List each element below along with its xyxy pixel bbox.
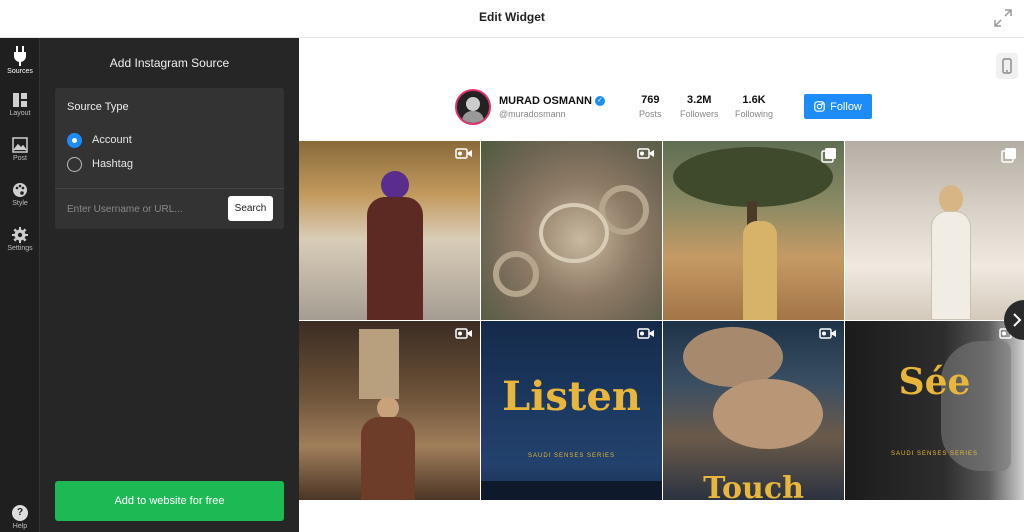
sidebar-item-settings[interactable]: Settings [0, 221, 40, 265]
image-icon [12, 137, 28, 153]
radio-hashtag[interactable]: Hashtag [67, 156, 133, 172]
add-to-website-button[interactable]: Add to website for free [55, 481, 284, 521]
stat-posts: 769 Posts [639, 94, 662, 119]
chevron-right-icon [1013, 313, 1022, 327]
page-title: Edit Widget [479, 10, 545, 24]
instagram-icon [814, 101, 825, 112]
stat-value: 769 [641, 94, 660, 106]
radio-label: Account [92, 134, 132, 146]
video-icon [455, 148, 472, 159]
stat-followers: 3.2M Followers [680, 94, 719, 119]
post-subcaption: SAUDI SENSES SERIES [527, 453, 616, 459]
verified-icon: ✓ [594, 96, 605, 106]
post-caption: Sée [898, 361, 971, 403]
radio-selected-icon[interactable] [67, 132, 82, 148]
stat-value: 3.2M [687, 94, 712, 106]
sidebar-rail: Sources Layout Post Style Settings ? Hel… [0, 38, 40, 532]
widget-preview: MURAD OSMANN ✓ @muradosmann 769 Posts 3.… [299, 38, 1024, 532]
help-button[interactable]: ? Help [0, 505, 40, 530]
post-tile[interactable]: Sée SAUDI SENSES SERIES [845, 321, 1024, 500]
layout-icon [13, 93, 27, 107]
gallery-icon [821, 148, 836, 163]
post-tile[interactable] [299, 321, 480, 500]
follow-label: Follow [830, 100, 862, 113]
panel-heading: Add Instagram Source [109, 56, 230, 70]
stat-label: Posts [639, 109, 662, 119]
profile-name[interactable]: MURAD OSMANN [499, 95, 592, 107]
gear-icon [12, 227, 28, 243]
stat-following: 1.6K Following [735, 94, 773, 119]
profile-handle[interactable]: @muradosmann [499, 109, 605, 119]
sidebar-item-style[interactable]: Style [0, 176, 40, 220]
profile-header: MURAD OSMANN ✓ @muradosmann [455, 89, 605, 125]
post-tile[interactable] [299, 141, 480, 320]
divider [55, 188, 284, 189]
radio-account[interactable]: Account [67, 132, 132, 148]
sidebar-item-label: Settings [7, 245, 33, 252]
post-caption: Touch [703, 471, 804, 500]
sidebar-item-label: Post [12, 155, 27, 162]
video-icon [637, 148, 654, 159]
source-type-card: Source Type Account Hashtag Search [55, 88, 284, 229]
help-label: Help [12, 523, 28, 530]
post-tile[interactable] [845, 141, 1024, 320]
video-icon [819, 328, 836, 339]
stat-label: Following [735, 109, 774, 119]
gallery-icon [1001, 148, 1016, 163]
radio-label: Hashtag [92, 158, 133, 170]
stat-label: Followers [680, 109, 719, 119]
source-panel: Add Instagram Source Source Type Account… [40, 38, 299, 532]
post-tile[interactable] [663, 141, 844, 320]
mobile-preview-icon[interactable] [996, 53, 1018, 79]
post-caption: Listen [502, 373, 641, 420]
post-tile[interactable]: Listen SAUDI SENSES SERIES [481, 321, 662, 500]
post-subcaption: SAUDI SENSES SERIES [890, 451, 979, 457]
sidebar-item-sources[interactable]: Sources [0, 40, 40, 84]
profile-name-row: MURAD OSMANN ✓ [499, 95, 605, 107]
sidebar-item-label: Layout [9, 110, 31, 117]
top-bar: Edit Widget [0, 0, 1024, 38]
sidebar-item-layout[interactable]: Layout [0, 86, 40, 130]
post-tile[interactable]: Touch [663, 321, 844, 500]
avatar[interactable] [455, 89, 491, 125]
plug-icon [14, 46, 26, 66]
sidebar-item-post[interactable]: Post [0, 131, 40, 175]
help-icon: ? [12, 505, 28, 521]
sidebar-item-label: Sources [7, 68, 33, 75]
source-type-label: Source Type [67, 101, 129, 113]
post-tile[interactable] [481, 141, 662, 320]
palette-icon [13, 183, 27, 197]
follow-button[interactable]: Follow [804, 94, 872, 119]
username-input[interactable] [67, 196, 222, 222]
radio-unselected-icon[interactable] [67, 156, 82, 172]
sidebar-item-label: Style [12, 200, 28, 207]
stat-value: 1.6K [742, 94, 766, 106]
post-grid: Listen SAUDI SENSES SERIES Touch Sée SAU… [299, 141, 1024, 500]
video-icon [637, 328, 654, 339]
expand-icon[interactable] [992, 7, 1014, 29]
search-button[interactable]: Search [228, 196, 273, 221]
video-icon [455, 328, 472, 339]
